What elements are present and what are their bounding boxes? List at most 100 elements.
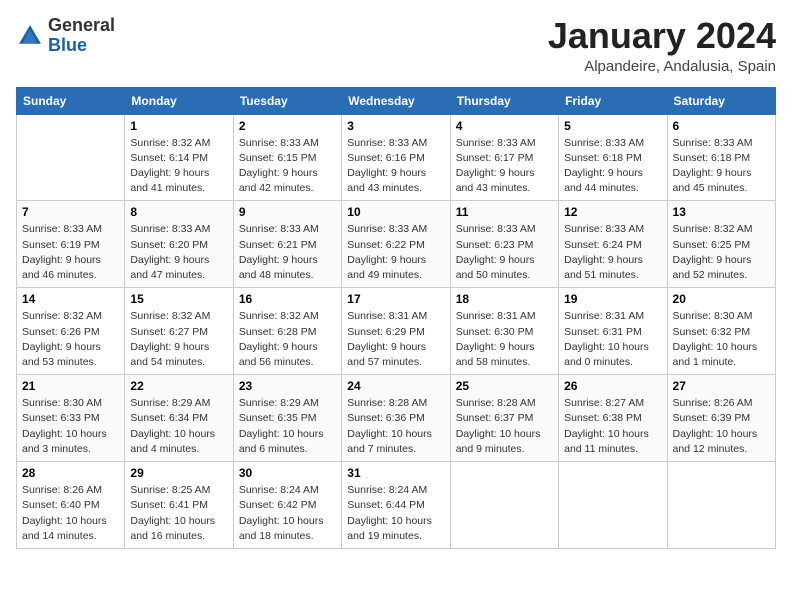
daylight-text: Daylight: 10 hours and 4 minutes. xyxy=(130,428,215,455)
sunset-text: Sunset: 6:39 PM xyxy=(673,412,751,424)
daylight-text: Daylight: 9 hours and 43 minutes. xyxy=(456,167,535,194)
day-info: Sunrise: 8:33 AM Sunset: 6:24 PM Dayligh… xyxy=(564,222,661,283)
daylight-text: Daylight: 9 hours and 49 minutes. xyxy=(347,254,426,281)
day-number: 30 xyxy=(239,466,336,480)
table-row: 25 Sunrise: 8:28 AM Sunset: 6:37 PM Dayl… xyxy=(450,375,558,462)
sunrise-text: Sunrise: 8:26 AM xyxy=(22,484,102,496)
header-monday: Monday xyxy=(125,87,233,114)
daylight-text: Daylight: 10 hours and 9 minutes. xyxy=(456,428,541,455)
sunset-text: Sunset: 6:42 PM xyxy=(239,499,317,511)
weekday-header-row: Sunday Monday Tuesday Wednesday Thursday… xyxy=(17,87,776,114)
day-info: Sunrise: 8:32 AM Sunset: 6:14 PM Dayligh… xyxy=(130,136,227,197)
daylight-text: Daylight: 9 hours and 46 minutes. xyxy=(22,254,101,281)
sunset-text: Sunset: 6:32 PM xyxy=(673,326,751,338)
day-number: 8 xyxy=(130,205,227,219)
sunset-text: Sunset: 6:41 PM xyxy=(130,499,208,511)
day-info: Sunrise: 8:33 AM Sunset: 6:18 PM Dayligh… xyxy=(673,136,770,197)
day-number: 9 xyxy=(239,205,336,219)
sunset-text: Sunset: 6:14 PM xyxy=(130,152,208,164)
day-info: Sunrise: 8:24 AM Sunset: 6:42 PM Dayligh… xyxy=(239,483,336,544)
week-row-2: 7 Sunrise: 8:33 AM Sunset: 6:19 PM Dayli… xyxy=(17,201,776,288)
day-number: 26 xyxy=(564,379,661,393)
header-tuesday: Tuesday xyxy=(233,87,341,114)
table-row: 22 Sunrise: 8:29 AM Sunset: 6:34 PM Dayl… xyxy=(125,375,233,462)
day-info: Sunrise: 8:33 AM Sunset: 6:23 PM Dayligh… xyxy=(456,222,553,283)
day-info: Sunrise: 8:31 AM Sunset: 6:31 PM Dayligh… xyxy=(564,309,661,370)
day-number: 1 xyxy=(130,119,227,133)
day-number: 6 xyxy=(673,119,770,133)
table-row: 20 Sunrise: 8:30 AM Sunset: 6:32 PM Dayl… xyxy=(667,288,775,375)
table-row: 1 Sunrise: 8:32 AM Sunset: 6:14 PM Dayli… xyxy=(125,114,233,201)
day-number: 29 xyxy=(130,466,227,480)
day-info: Sunrise: 8:32 AM Sunset: 6:25 PM Dayligh… xyxy=(673,222,770,283)
day-number: 22 xyxy=(130,379,227,393)
sunrise-text: Sunrise: 8:24 AM xyxy=(239,484,319,496)
table-row: 16 Sunrise: 8:32 AM Sunset: 6:28 PM Dayl… xyxy=(233,288,341,375)
daylight-text: Daylight: 10 hours and 7 minutes. xyxy=(347,428,432,455)
sunrise-text: Sunrise: 8:32 AM xyxy=(22,310,102,322)
day-info: Sunrise: 8:28 AM Sunset: 6:36 PM Dayligh… xyxy=(347,396,444,457)
table-row: 31 Sunrise: 8:24 AM Sunset: 6:44 PM Dayl… xyxy=(342,462,450,549)
logo-general: General xyxy=(48,15,115,35)
sunset-text: Sunset: 6:18 PM xyxy=(673,152,751,164)
sunrise-text: Sunrise: 8:33 AM xyxy=(564,137,644,149)
daylight-text: Daylight: 9 hours and 58 minutes. xyxy=(456,341,535,368)
table-row: 13 Sunrise: 8:32 AM Sunset: 6:25 PM Dayl… xyxy=(667,201,775,288)
sunset-text: Sunset: 6:29 PM xyxy=(347,326,425,338)
sunset-text: Sunset: 6:21 PM xyxy=(239,239,317,251)
daylight-text: Daylight: 9 hours and 43 minutes. xyxy=(347,167,426,194)
daylight-text: Daylight: 9 hours and 42 minutes. xyxy=(239,167,318,194)
day-info: Sunrise: 8:27 AM Sunset: 6:38 PM Dayligh… xyxy=(564,396,661,457)
sunset-text: Sunset: 6:33 PM xyxy=(22,412,100,424)
day-number: 17 xyxy=(347,292,444,306)
day-number: 28 xyxy=(22,466,119,480)
sunrise-text: Sunrise: 8:24 AM xyxy=(347,484,427,496)
day-info: Sunrise: 8:30 AM Sunset: 6:32 PM Dayligh… xyxy=(673,309,770,370)
day-number: 27 xyxy=(673,379,770,393)
day-info: Sunrise: 8:30 AM Sunset: 6:33 PM Dayligh… xyxy=(22,396,119,457)
sunrise-text: Sunrise: 8:33 AM xyxy=(673,137,753,149)
table-row: 27 Sunrise: 8:26 AM Sunset: 6:39 PM Dayl… xyxy=(667,375,775,462)
logo: General Blue xyxy=(16,16,115,56)
header-sunday: Sunday xyxy=(17,87,125,114)
sunset-text: Sunset: 6:28 PM xyxy=(239,326,317,338)
sunrise-text: Sunrise: 8:33 AM xyxy=(239,137,319,149)
daylight-text: Daylight: 9 hours and 41 minutes. xyxy=(130,167,209,194)
day-number: 13 xyxy=(673,205,770,219)
sunrise-text: Sunrise: 8:30 AM xyxy=(673,310,753,322)
sunset-text: Sunset: 6:31 PM xyxy=(564,326,642,338)
day-info: Sunrise: 8:24 AM Sunset: 6:44 PM Dayligh… xyxy=(347,483,444,544)
sunset-text: Sunset: 6:22 PM xyxy=(347,239,425,251)
day-info: Sunrise: 8:29 AM Sunset: 6:34 PM Dayligh… xyxy=(130,396,227,457)
daylight-text: Daylight: 9 hours and 51 minutes. xyxy=(564,254,643,281)
day-info: Sunrise: 8:32 AM Sunset: 6:27 PM Dayligh… xyxy=(130,309,227,370)
day-number: 4 xyxy=(456,119,553,133)
sunset-text: Sunset: 6:17 PM xyxy=(456,152,534,164)
title-block: January 2024 Alpandeire, Andalusia, Spai… xyxy=(548,16,776,75)
day-number: 16 xyxy=(239,292,336,306)
day-info: Sunrise: 8:29 AM Sunset: 6:35 PM Dayligh… xyxy=(239,396,336,457)
sunrise-text: Sunrise: 8:32 AM xyxy=(130,310,210,322)
day-number: 11 xyxy=(456,205,553,219)
logo-blue: Blue xyxy=(48,35,87,55)
daylight-text: Daylight: 10 hours and 19 minutes. xyxy=(347,515,432,542)
daylight-text: Daylight: 9 hours and 45 minutes. xyxy=(673,167,752,194)
daylight-text: Daylight: 10 hours and 1 minute. xyxy=(673,341,758,368)
day-info: Sunrise: 8:32 AM Sunset: 6:28 PM Dayligh… xyxy=(239,309,336,370)
day-info: Sunrise: 8:33 AM Sunset: 6:20 PM Dayligh… xyxy=(130,222,227,283)
table-row: 26 Sunrise: 8:27 AM Sunset: 6:38 PM Dayl… xyxy=(559,375,667,462)
sunset-text: Sunset: 6:37 PM xyxy=(456,412,534,424)
day-number: 31 xyxy=(347,466,444,480)
daylight-text: Daylight: 10 hours and 6 minutes. xyxy=(239,428,324,455)
logo-icon xyxy=(16,22,44,50)
sunset-text: Sunset: 6:24 PM xyxy=(564,239,642,251)
sunrise-text: Sunrise: 8:33 AM xyxy=(564,223,644,235)
day-number: 3 xyxy=(347,119,444,133)
logo-text: General Blue xyxy=(48,16,115,56)
sunset-text: Sunset: 6:30 PM xyxy=(456,326,534,338)
day-number: 2 xyxy=(239,119,336,133)
location: Alpandeire, Andalusia, Spain xyxy=(548,58,776,75)
day-number: 18 xyxy=(456,292,553,306)
sunset-text: Sunset: 6:18 PM xyxy=(564,152,642,164)
sunset-text: Sunset: 6:44 PM xyxy=(347,499,425,511)
